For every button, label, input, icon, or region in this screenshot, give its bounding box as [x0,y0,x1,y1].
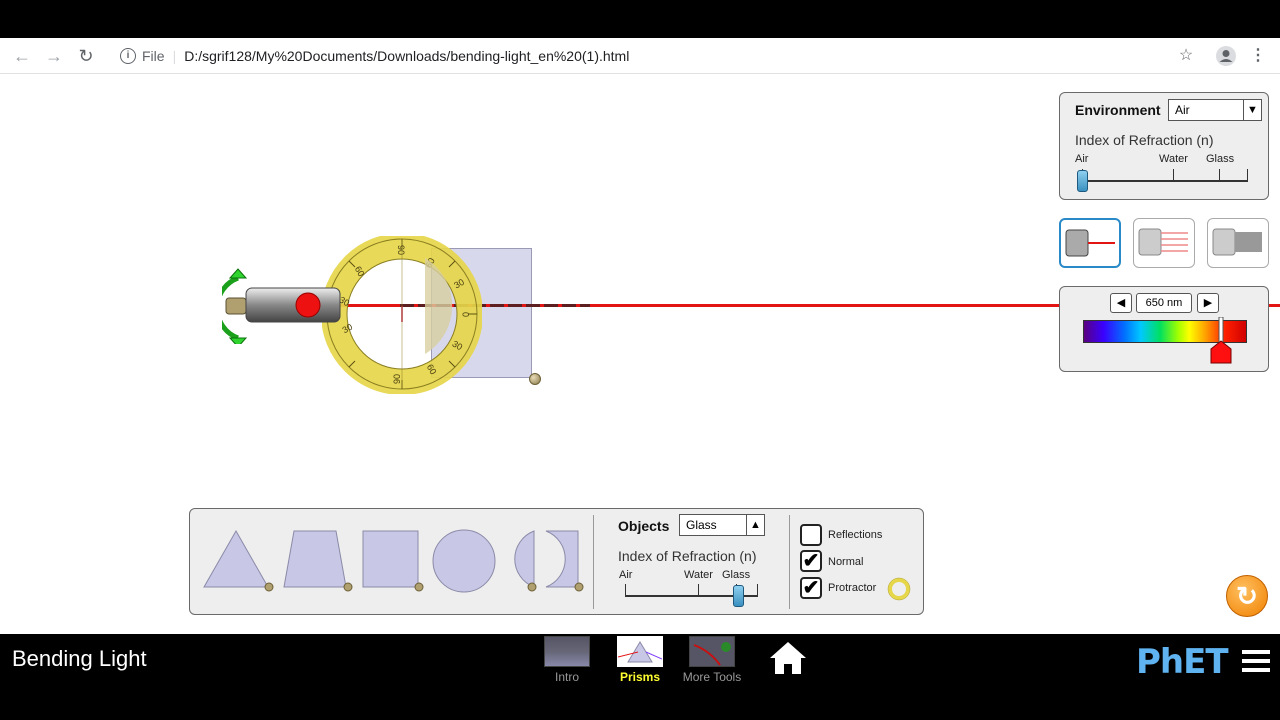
sim-title: Bending Light [12,646,147,671]
hamburger-menu-icon[interactable] [1242,650,1270,674]
tab-more-tools[interactable]: More Tools [682,636,742,684]
browser-toolbar: ← → ↻ i File | D:/sgrif128/My%20Document… [0,38,1280,74]
home-icon[interactable] [768,640,808,676]
reflections-label: Reflections [828,529,883,541]
single-ray-button[interactable] [1059,218,1121,268]
star-icon[interactable]: ☆ [1174,44,1198,68]
env-tick-air: Air [1075,153,1089,165]
screen-top-bar [0,0,1280,38]
objects-material-value: Glass [686,518,717,532]
prism-rotate-knob[interactable] [529,373,541,385]
objects-divider [593,515,594,609]
back-icon[interactable]: ← [10,44,34,68]
wavelength-value: 650 nm [1136,293,1192,313]
options-divider [789,515,790,609]
single-ray-icon [1065,229,1115,257]
simulation-canvas: 90 60 30 30 90 60 30 0 30 60 Environment… [0,74,1280,634]
protractor-label: Protractor [828,582,877,594]
wavelength-panel: ◀ 650 nm ▶ [1059,286,1269,372]
environment-label: Environment [1075,102,1161,118]
chevron-up-icon[interactable]: ▲ [746,515,764,535]
objects-panel: Objects Glass ▲ Index of Refraction (n) … [189,508,924,615]
objects-ior-label: Index of Refraction (n) [618,548,757,564]
wavelength-slider-thumb[interactable] [1209,317,1233,367]
address-bar[interactable]: i File | D:/sgrif128/My%20Documents/Down… [112,42,1162,70]
laser-pointer[interactable] [222,268,347,344]
navigation-bar: Bending Light Intro Prisms More Tools Ph… [0,634,1280,720]
file-label: File [142,48,165,64]
multi-ray-icon [1138,228,1188,256]
url-text[interactable]: D:/sgrif128/My%20Documents/Downloads/ben… [184,48,629,64]
obj-tick-water: Water [684,569,713,581]
protractor-label: 0 [461,312,471,317]
objects-slider-thumb[interactable] [733,585,745,607]
tab-prisms-label: Prisms [619,670,661,684]
intro-thumbnail [544,636,590,667]
obj-tick-air: Air [619,569,633,581]
objects-label: Objects [618,518,670,534]
info-icon[interactable]: i [120,48,136,64]
slider-tick [757,584,758,596]
slider-tick [625,584,626,596]
white-light-button[interactable] [1207,218,1269,268]
menu-dots-icon[interactable]: ⋮ [1248,44,1268,68]
prism-shapes-toolbox[interactable] [200,525,600,595]
protractor-checkbox[interactable]: ✔ [800,577,822,599]
tab-intro[interactable]: Intro [537,636,597,684]
protractor-icon [887,577,911,601]
forward-icon[interactable]: → [42,44,66,68]
objects-material-select[interactable]: Glass ▲ [679,514,765,536]
slider-tick [1219,169,1220,181]
tab-more-tools-label: More Tools [682,670,742,684]
obj-tick-glass: Glass [722,569,751,581]
profile-icon[interactable] [1214,44,1238,68]
env-tick-water: Water [1159,153,1188,165]
prisms-thumbnail [617,636,663,667]
url-separator: | [172,48,177,64]
environment-panel: Environment Air ▼ Index of Refraction (n… [1059,92,1269,200]
environment-ior-label: Index of Refraction (n) [1075,132,1214,148]
wave-ray-button[interactable] [1133,218,1195,268]
wavelength-decrease-button[interactable]: ◀ [1110,293,1132,313]
environment-value: Air [1175,103,1190,117]
slider-tick [698,584,699,596]
white-light-icon [1212,228,1262,256]
tab-prisms[interactable]: Prisms [610,636,670,684]
normal-checkbox[interactable]: ✔ [800,550,822,572]
more-tools-thumbnail [689,636,735,667]
tab-intro-label: Intro [554,670,579,684]
phet-logo[interactable]: PhET [1136,642,1229,682]
env-tick-glass: Glass [1206,153,1235,165]
protractor-label: 90 [396,245,406,255]
chevron-down-icon[interactable]: ▼ [1243,100,1261,120]
reflections-checkbox[interactable] [800,524,822,546]
environment-slider-track[interactable] [1082,180,1248,182]
wavelength-increase-button[interactable]: ▶ [1197,293,1219,313]
environment-select[interactable]: Air ▼ [1168,99,1262,121]
environment-slider-thumb[interactable] [1077,170,1088,192]
reset-all-button[interactable]: ↻ [1226,575,1268,617]
normal-label: Normal [828,556,864,568]
slider-tick [1247,169,1248,181]
reload-icon[interactable]: ↻ [74,44,98,68]
protractor-label: 90 [392,374,402,384]
slider-tick [1173,169,1174,181]
